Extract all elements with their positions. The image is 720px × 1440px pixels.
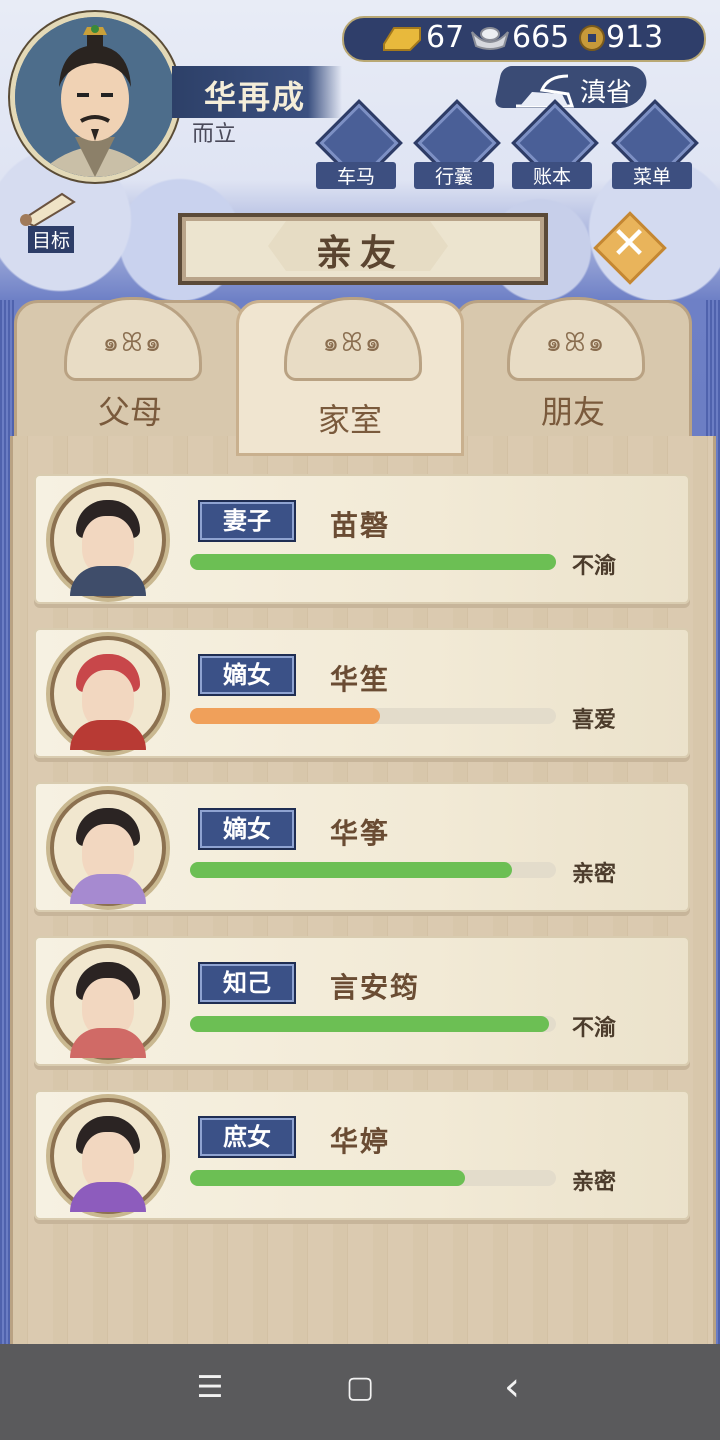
- relative-card[interactable]: 知己 言安筠 不渝: [34, 936, 690, 1066]
- carriage-label: 车马: [316, 162, 396, 189]
- relative-avatar: [50, 790, 166, 906]
- carriage-button[interactable]: 车马: [315, 99, 403, 192]
- tab-ornament: ๑ꕤ๑: [284, 297, 422, 381]
- affinity-status: 亲密: [572, 1170, 617, 1195]
- menu-button[interactable]: 菜单: [611, 99, 699, 192]
- player-name: 华再成: [204, 78, 307, 116]
- tab-friends-label: 朋友: [540, 393, 605, 431]
- gold-ingot-icon: [383, 27, 421, 51]
- back-icon[interactable]: ‹: [492, 1364, 532, 1410]
- region-map-icon: [516, 74, 575, 108]
- close-icon[interactable]: ✕: [608, 218, 650, 269]
- relative-card[interactable]: 嫡女 华筝 亲密: [34, 782, 690, 912]
- relation-tag: 知己: [198, 962, 296, 1004]
- affinity-fill: [190, 1016, 549, 1032]
- affinity-status: 不渝: [572, 554, 617, 579]
- relation-tag: 庶女: [198, 1116, 296, 1158]
- tab-family-label: 家室: [317, 401, 382, 439]
- silver-ingot-icon: [471, 27, 509, 50]
- relative-card[interactable]: 嫡女 华笙 喜爱: [34, 628, 690, 758]
- bag-button[interactable]: 行囊: [413, 99, 501, 192]
- relative-avatar: [50, 944, 166, 1060]
- relative-name: 华笙: [330, 663, 391, 696]
- affinity-status: 喜爱: [572, 708, 617, 733]
- affinity-fill: [190, 862, 513, 878]
- bag-label: 行囊: [414, 162, 494, 189]
- affinity-bar: [190, 708, 556, 724]
- player-age-title: 而立: [192, 122, 237, 147]
- home-icon[interactable]: ▢: [340, 1370, 380, 1414]
- scroll-icon[interactable]: [16, 190, 78, 226]
- tab-ornament: ๑ꕤ๑: [64, 297, 202, 381]
- tab-ornament: ๑ꕤ๑: [507, 297, 645, 381]
- relative-name: 言安筠: [330, 971, 421, 1004]
- tab-family[interactable]: ๑ꕤ๑ 家室: [236, 297, 464, 456]
- tab-friends[interactable]: ๑ꕤ๑ 朋友: [454, 297, 692, 456]
- menu-label: 菜单: [612, 162, 692, 189]
- menu-icon[interactable]: ☰: [190, 1370, 230, 1414]
- affinity-bar: [190, 862, 556, 878]
- relative-avatar: [50, 1098, 166, 1214]
- silver-count: 665: [512, 20, 570, 55]
- relative-name: 华筝: [330, 817, 391, 850]
- affinity-fill: [190, 708, 381, 724]
- affinity-status: 亲密: [572, 862, 617, 887]
- copper-coin-icon: [579, 25, 605, 51]
- gold-count: 67: [426, 20, 465, 55]
- tab-parents-label: 父母: [97, 393, 162, 431]
- relative-name: 苗磬: [330, 509, 391, 542]
- relative-card[interactable]: 妻子 苗磬 不渝: [34, 474, 690, 604]
- affinity-bar: [190, 554, 556, 570]
- relative-card[interactable]: 庶女 华婷 亲密: [34, 1090, 690, 1220]
- affinity-status: 不渝: [572, 1016, 617, 1041]
- relation-tag: 嫡女: [198, 654, 296, 696]
- region-label: 滇省: [580, 78, 633, 108]
- affinity-bar: [190, 1016, 556, 1032]
- relation-tag: 妻子: [198, 500, 296, 542]
- affinity-fill: [190, 1170, 465, 1186]
- relative-name: 华婷: [330, 1125, 391, 1158]
- affinity-bar: [190, 1170, 556, 1186]
- affinity-fill: [190, 554, 556, 570]
- relation-tag: 嫡女: [198, 808, 296, 850]
- relative-avatar: [50, 482, 166, 598]
- tab-parents[interactable]: ๑ꕤ๑ 父母: [14, 297, 246, 456]
- ledger-label: 账本: [512, 162, 592, 189]
- relative-avatar: [50, 636, 166, 752]
- ledger-button[interactable]: 账本: [511, 99, 599, 192]
- player-avatar[interactable]: [10, 12, 180, 182]
- coin-count: 913: [606, 20, 664, 55]
